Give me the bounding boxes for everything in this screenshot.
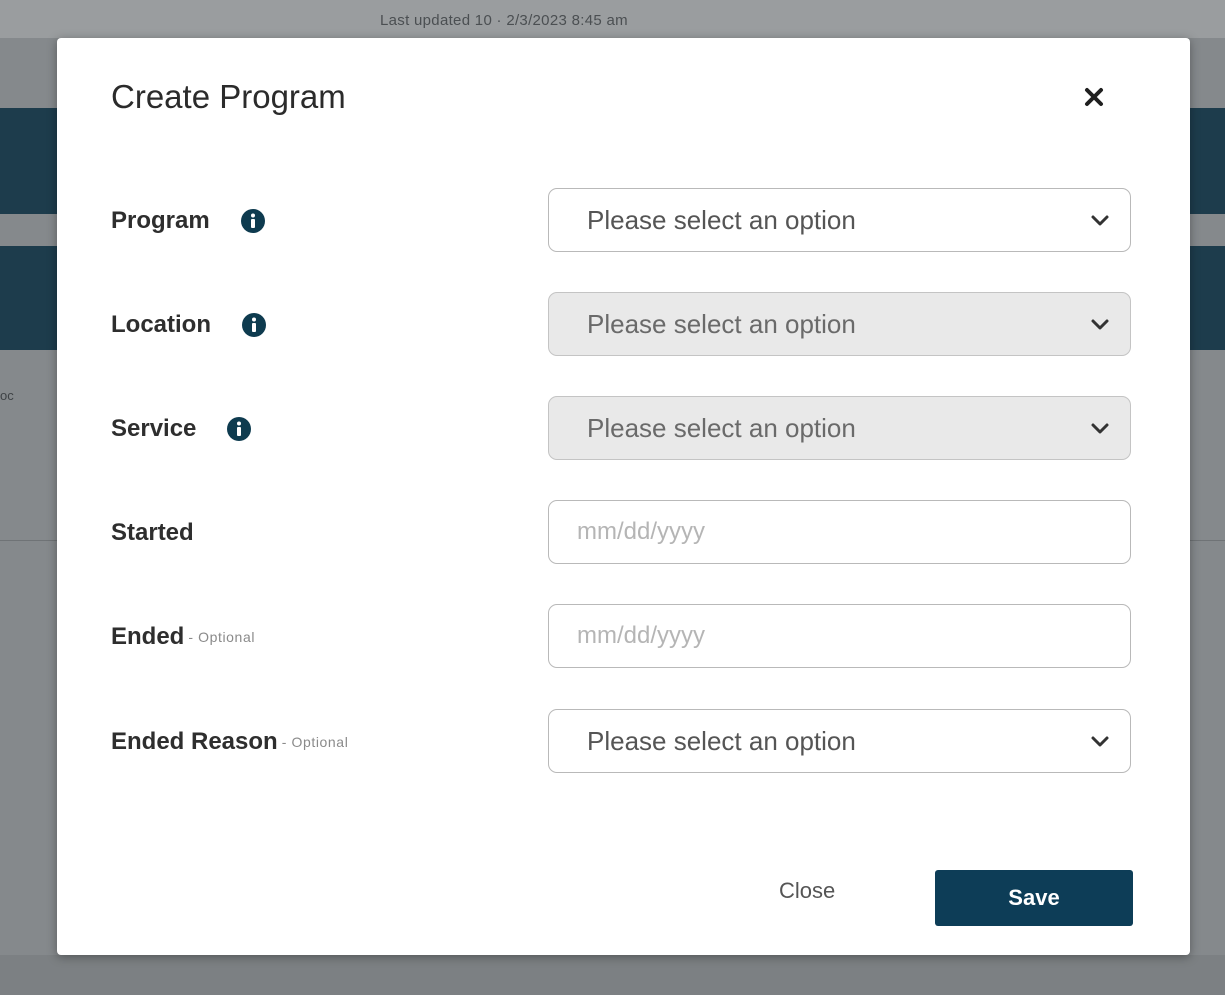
started-label: Started xyxy=(111,519,194,547)
chevron-down-icon xyxy=(1090,314,1110,334)
ended-label: Ended - Optional xyxy=(111,623,255,651)
field-row-location: Location Please select an option xyxy=(111,292,1133,358)
location-label: Location xyxy=(111,311,267,339)
chevron-down-icon xyxy=(1090,418,1110,438)
program-label: Program xyxy=(111,207,266,235)
info-icon[interactable] xyxy=(241,312,267,338)
background-footer xyxy=(0,955,1225,995)
program-select-value: Please select an option xyxy=(587,204,856,235)
ended-date-input[interactable]: mm/dd/yyyy xyxy=(548,604,1131,668)
program-select[interactable]: Please select an option xyxy=(548,188,1131,252)
ended-reason-select[interactable]: Please select an option xyxy=(548,709,1131,773)
started-date-input[interactable]: mm/dd/yyyy xyxy=(548,500,1131,564)
started-date-placeholder: mm/dd/yyyy xyxy=(577,518,706,545)
service-label-text: Service xyxy=(111,415,197,442)
info-icon[interactable] xyxy=(240,208,266,234)
close-button[interactable]: Close xyxy=(769,872,845,910)
close-icon xyxy=(1085,88,1103,106)
modal-title: Create Program xyxy=(111,78,346,115)
chevron-down-icon xyxy=(1090,210,1110,230)
ended-optional-text: - Optional xyxy=(188,629,256,645)
field-row-program: Program Please select an option xyxy=(111,188,1133,254)
create-program-modal: Create Program Program Please select an … xyxy=(57,38,1190,955)
chevron-down-icon xyxy=(1090,731,1110,751)
location-label-text: Location xyxy=(111,311,211,338)
location-select[interactable]: Please select an option xyxy=(548,292,1131,356)
save-button[interactable]: Save xyxy=(935,870,1133,926)
program-label-text: Program xyxy=(111,207,210,234)
background-clipped-text: oc xyxy=(0,388,14,403)
modal-close-button[interactable] xyxy=(1077,80,1111,114)
field-row-started: Started mm/dd/yyyy xyxy=(111,500,1133,566)
service-select[interactable]: Please select an option xyxy=(548,396,1131,460)
field-row-service: Service Please select an option xyxy=(111,396,1133,462)
ended-reason-select-value: Please select an option xyxy=(587,725,856,756)
started-label-text: Started xyxy=(111,519,194,546)
ended-reason-label-text: Ended Reason xyxy=(111,728,278,755)
background-updated-text: Last updated 10 · 2/3/2023 8:45 am xyxy=(380,12,628,29)
ended-date-placeholder: mm/dd/yyyy xyxy=(577,622,706,649)
service-label: Service xyxy=(111,415,252,443)
location-select-value: Please select an option xyxy=(587,308,856,339)
ended-label-text: Ended xyxy=(111,623,185,650)
ended-reason-optional-text: - Optional xyxy=(281,734,349,750)
service-select-value: Please select an option xyxy=(587,412,856,443)
field-row-ended: Ended - Optional mm/dd/yyyy xyxy=(111,604,1133,670)
info-icon[interactable] xyxy=(226,416,252,442)
ended-reason-label: Ended Reason - Optional xyxy=(111,728,348,756)
field-row-ended-reason: Ended Reason - Optional Please select an… xyxy=(111,709,1133,775)
